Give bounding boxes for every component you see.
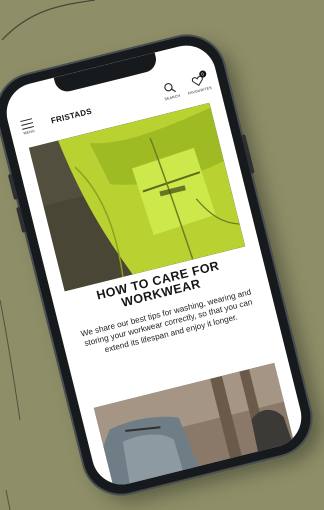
brand-logo[interactable]: FRISTADS: [50, 106, 93, 125]
favourites-button[interactable]: 0 FAVOURITES: [184, 69, 213, 96]
menu-icon: [20, 117, 35, 130]
menu-label: MENU: [23, 128, 36, 136]
search-button[interactable]: SEARCH: [161, 80, 181, 101]
favourites-label: FAVOURITES: [187, 85, 213, 96]
header-actions: SEARCH 0 FAVOURITES: [161, 69, 213, 101]
menu-button[interactable]: MENU: [16, 117, 39, 136]
search-icon: [164, 82, 177, 92]
